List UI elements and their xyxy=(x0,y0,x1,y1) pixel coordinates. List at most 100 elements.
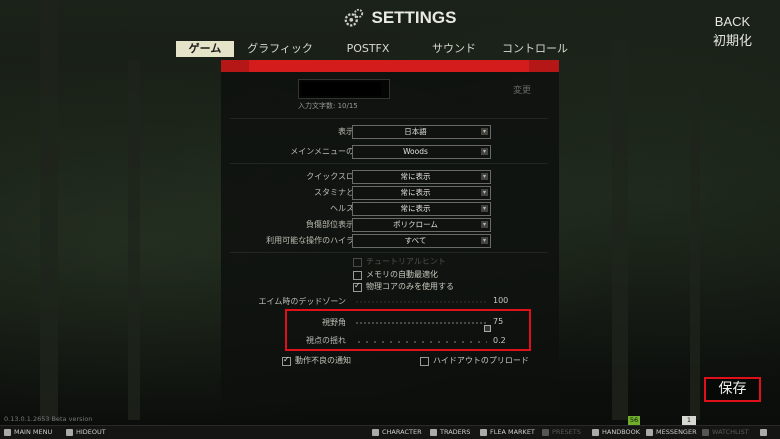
chevron-down-icon: ▾ xyxy=(481,148,488,155)
change-nickname-button[interactable]: 変更 xyxy=(513,83,531,96)
main-menu-bg-select[interactable]: Woods ▾ xyxy=(352,145,491,159)
background-tree xyxy=(690,90,700,420)
screen-mode-button[interactable] xyxy=(760,426,767,439)
language-value: 日本語 xyxy=(404,127,427,136)
tab-sound[interactable]: サウンド xyxy=(412,41,496,57)
presets-icon xyxy=(542,429,549,436)
hideout-preload-checkbox[interactable]: ハイドアウトのプリロード xyxy=(420,356,529,366)
traders-button[interactable]: TRADERS xyxy=(430,426,470,439)
health-value: 常に表示 xyxy=(400,204,431,213)
quick-slot-value: 常に表示 xyxy=(400,172,431,181)
char-count: 入力文字数: 10/15 xyxy=(298,102,358,110)
setting-health: ヘルス状態 常に表示 ▾ xyxy=(226,202,552,216)
sliders-highlight-box xyxy=(285,309,531,351)
setting-highlight: 利用可能な操作のハイライト すべて ▾ xyxy=(226,234,552,248)
physical-cores-checkbox[interactable]: 物理コアのみを使用する xyxy=(353,281,454,292)
fullscreen-icon xyxy=(760,429,767,436)
language-select[interactable]: 日本語 ▾ xyxy=(352,125,491,139)
checkbox-box[interactable] xyxy=(353,270,362,280)
hideout-preload-label: ハイドアウトのプリロード xyxy=(433,356,529,365)
background-tree xyxy=(128,60,140,420)
main-menu-bg-value: Woods xyxy=(403,147,428,156)
aim-deadzone-label: エイム時のデッドゾーン xyxy=(258,297,346,306)
save-button[interactable]: 保存 xyxy=(704,377,761,402)
reset-button[interactable]: 初期化 xyxy=(713,31,752,50)
checkbox-box[interactable] xyxy=(282,355,291,366)
character-button[interactable]: CHARACTER xyxy=(372,426,422,439)
tab-graphics[interactable]: グラフィック xyxy=(236,41,324,57)
setting-injury-color: 負傷部位表示の色 ポリクローム ▾ xyxy=(226,218,552,232)
injury-color-value: ポリクローム xyxy=(393,220,438,229)
checkbox-box[interactable] xyxy=(353,281,362,292)
tab-game[interactable]: ゲーム xyxy=(176,41,234,57)
chevron-down-icon: ▾ xyxy=(481,173,488,180)
aim-deadzone-value: 100 xyxy=(493,296,509,305)
highlight-select[interactable]: すべて ▾ xyxy=(352,234,491,248)
character-icon xyxy=(372,429,379,436)
checkbox-box[interactable] xyxy=(420,356,429,366)
chevron-down-icon: ▾ xyxy=(481,237,488,244)
auto-ram-label: メモリの自動最適化 xyxy=(366,270,438,279)
nickname-field[interactable] xyxy=(298,79,390,99)
menu-icon xyxy=(4,429,11,436)
back-reset-group: BACK 初期化 xyxy=(713,12,752,50)
settings-tabs: ゲーム グラフィック POSTFX サウンド コントロール xyxy=(176,41,574,57)
presets-label: PRESETS xyxy=(552,428,581,436)
tutorial-checkbox: チュートリアルヒント xyxy=(353,257,446,267)
hideout-label: HIDEOUT xyxy=(76,428,106,436)
watchlist-label: WATCHLIST xyxy=(712,428,749,436)
quick-slot-select[interactable]: 常に表示 ▾ xyxy=(352,170,491,184)
hideout-icon xyxy=(66,429,73,436)
gear-icon xyxy=(345,8,364,27)
injury-color-select[interactable]: ポリクローム ▾ xyxy=(352,218,491,232)
main-menu-label: MAIN MENU xyxy=(14,428,53,436)
checkbox-box xyxy=(353,257,362,267)
tab-controls[interactable]: コントロール xyxy=(496,41,574,57)
back-button[interactable]: BACK xyxy=(713,12,752,31)
version-text: 0.13.0.1.2653 Beta version xyxy=(4,415,93,423)
highlight-value: すべて xyxy=(404,236,427,245)
background-tree xyxy=(612,40,628,420)
profile-banner xyxy=(221,60,559,72)
setting-language: 表示言語 日本語 ▾ xyxy=(226,125,552,139)
handbook-label: HANDBOOK xyxy=(602,428,641,436)
auto-ram-checkbox[interactable]: メモリの自動最適化 xyxy=(353,270,438,280)
flea-market-label: FLEA MARKET xyxy=(490,428,535,436)
main-menu-button[interactable]: MAIN MENU xyxy=(4,426,52,439)
handbook-icon xyxy=(592,429,599,436)
watchlist-icon xyxy=(702,429,709,436)
chevron-down-icon: ▾ xyxy=(481,128,488,135)
malfunction-notice-checkbox[interactable]: 動作不良の通知 xyxy=(282,355,351,366)
tab-postfx[interactable]: POSTFX xyxy=(324,41,412,57)
chevron-down-icon: ▾ xyxy=(481,221,488,228)
flea-market-icon xyxy=(480,429,487,436)
watchlist-button: WATCHLIST xyxy=(702,426,749,439)
bottom-menu-bar: MAIN MENU HIDEOUT CHARACTER TRADERS FLEA… xyxy=(0,425,780,439)
divider xyxy=(230,252,548,253)
aim-deadzone-slider xyxy=(355,300,487,304)
messenger-icon xyxy=(646,429,653,436)
presets-button: PRESETS xyxy=(542,426,581,439)
physical-cores-label: 物理コアのみを使用する xyxy=(366,282,454,291)
flea-market-button[interactable]: FLEA MARKET xyxy=(480,426,535,439)
divider xyxy=(230,118,548,119)
character-label: CHARACTER xyxy=(382,428,422,436)
chevron-down-icon: ▾ xyxy=(481,205,488,212)
messenger-button[interactable]: MESSENGER xyxy=(646,426,697,439)
stamina-select[interactable]: 常に表示 ▾ xyxy=(352,186,491,200)
page-title: SETTINGS xyxy=(320,6,480,30)
health-select[interactable]: 常に表示 ▾ xyxy=(352,202,491,216)
setting-quick-slot: クイックスロット 常に表示 ▾ xyxy=(226,170,552,184)
setting-main-menu-bg: メインメニューの背景 Woods ▾ xyxy=(226,145,552,159)
white-indicator: 1 xyxy=(682,416,696,425)
messenger-label: MESSENGER xyxy=(656,428,697,436)
green-indicator: 56 xyxy=(628,416,640,425)
stamina-value: 常に表示 xyxy=(400,188,431,197)
background-tree xyxy=(40,0,58,420)
handbook-button[interactable]: HANDBOOK xyxy=(592,426,640,439)
divider xyxy=(230,163,548,164)
hideout-button[interactable]: HIDEOUT xyxy=(66,426,106,439)
malfunction-notice-label: 動作不良の通知 xyxy=(295,356,351,365)
traders-icon xyxy=(430,429,437,436)
tutorial-label: チュートリアルヒント xyxy=(366,257,446,266)
